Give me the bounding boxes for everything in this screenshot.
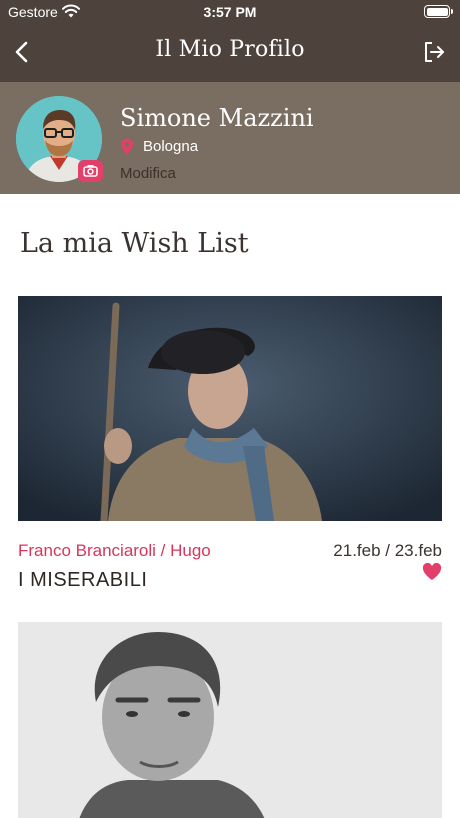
top-bar: Gestore 3:57 PM Il Mio Profilo — [0, 0, 460, 82]
logout-icon[interactable] — [422, 40, 446, 64]
profile-city: Bologna — [143, 138, 199, 155]
event-photo-icon — [18, 622, 442, 818]
event-photo-icon — [18, 296, 442, 521]
profile-header: Simone Mazzini Bologna Modifica — [0, 82, 460, 194]
camera-icon[interactable] — [78, 160, 103, 182]
event-image[interactable] — [18, 622, 442, 818]
event-title[interactable]: I MISERABILI — [18, 569, 147, 592]
event-artist[interactable]: Franco Branciaroli / Hugo — [18, 541, 211, 561]
profile-name: Simone Mazzini — [120, 104, 314, 132]
location-pin-icon — [121, 138, 133, 155]
heart-icon[interactable] — [422, 563, 442, 581]
edit-profile-link[interactable]: Modifica — [120, 165, 176, 182]
wishlist-title: La mia Wish List — [20, 228, 249, 259]
battery-icon — [424, 5, 453, 18]
event-image[interactable] — [18, 296, 442, 521]
page-title: Il Mio Profilo — [155, 37, 305, 62]
status-bar: Gestore 3:57 PM — [0, 0, 460, 24]
clock: 3:57 PM — [203, 4, 257, 20]
event-dates: 21.feb / 23.feb — [333, 541, 442, 560]
